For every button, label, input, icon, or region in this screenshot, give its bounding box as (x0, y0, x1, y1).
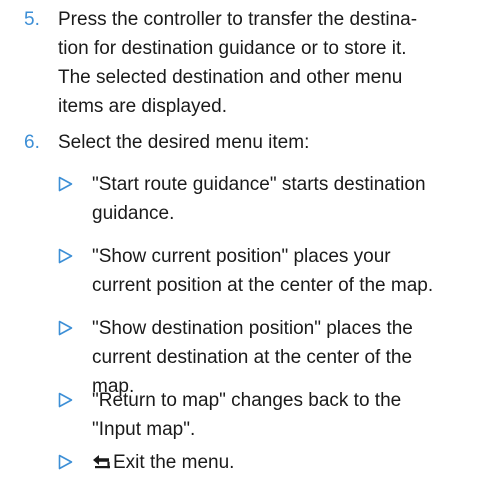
step-number: 5. (24, 9, 40, 30)
text-line: The selected destination and other menu (58, 67, 403, 88)
triangle-bullet-icon (58, 454, 73, 470)
text-line: "Show destination position" places the (92, 318, 413, 339)
text-line: Select the desired menu item: (58, 132, 310, 153)
list-item-text: "Return to map" changes back to the "Inp… (92, 386, 482, 444)
manual-page: 5. Press the controller to transfer the … (0, 0, 491, 488)
text-line: items are displayed. (58, 96, 227, 117)
step-text: Select the desired menu item: (58, 128, 478, 157)
text-line: "Start route guidance" starts destinatio… (92, 174, 426, 195)
text-line: current position at the center of the ma… (92, 275, 434, 296)
text-line: "Input map". (92, 419, 196, 440)
text-line: guidance. (92, 203, 175, 224)
triangle-bullet-icon (58, 176, 73, 192)
text-line: "Show current position" places your (92, 246, 391, 267)
text-line: current destination at the center of the (92, 347, 413, 368)
triangle-bullet-icon (58, 320, 73, 336)
text-line: "Return to map" changes back to the (92, 390, 402, 411)
text-line: tion for destination guidance or to stor… (58, 38, 407, 59)
exit-menu-label: Exit the menu. (113, 452, 235, 473)
back-arrow-icon (93, 455, 110, 469)
list-item-text: Exit the menu. (92, 448, 482, 477)
step-text: Press the controller to transfer the des… (58, 5, 478, 121)
triangle-bullet-icon (58, 248, 73, 264)
step-number: 6. (24, 132, 40, 153)
text-line: Press the controller to transfer the des… (58, 9, 418, 30)
triangle-bullet-icon (58, 392, 73, 408)
list-item-text: "Start route guidance" starts destinatio… (92, 170, 482, 228)
list-item-text: "Show current position" places your curr… (92, 242, 482, 300)
text-line: Exit the menu. (92, 448, 482, 477)
